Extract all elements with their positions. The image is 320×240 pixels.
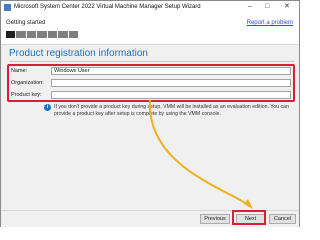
minimize-icon[interactable]: – (248, 3, 252, 11)
progress-segment (16, 31, 26, 38)
progress-segment (68, 31, 78, 38)
progress-segment (47, 31, 58, 38)
progress-segment (6, 31, 16, 38)
maximize-icon[interactable]: □ (265, 3, 269, 11)
setup-wizard-window: Microsoft System Center 2022 Virtual Mac… (0, 0, 300, 227)
progress-segment (26, 31, 37, 38)
wizard-header: Getting started Report a problem (1, 14, 299, 45)
setup-progress-bar (6, 31, 78, 38)
section-title: Product registration information (9, 48, 148, 59)
previous-button[interactable]: Previous (200, 214, 230, 224)
step-label: Getting started (6, 20, 46, 26)
next-highlight-box (232, 210, 266, 225)
fields-highlight-box (7, 64, 295, 102)
cancel-button[interactable]: Cancel (269, 214, 296, 224)
progress-segment (58, 31, 68, 38)
info-icon: i (44, 104, 51, 111)
progress-segment (37, 31, 47, 38)
close-icon[interactable]: ✕ (284, 3, 290, 11)
title-bar: Microsoft System Center 2022 Virtual Mac… (1, 1, 299, 14)
section-divider (9, 61, 295, 62)
window-title: Microsoft System Center 2022 Virtual Mac… (14, 4, 201, 10)
app-icon (4, 4, 11, 11)
info-message: If you don't provide a product key durin… (54, 104, 289, 117)
main-panel: Product registration information Name: W… (1, 45, 299, 210)
report-problem-link[interactable]: Report a problem (247, 20, 293, 26)
